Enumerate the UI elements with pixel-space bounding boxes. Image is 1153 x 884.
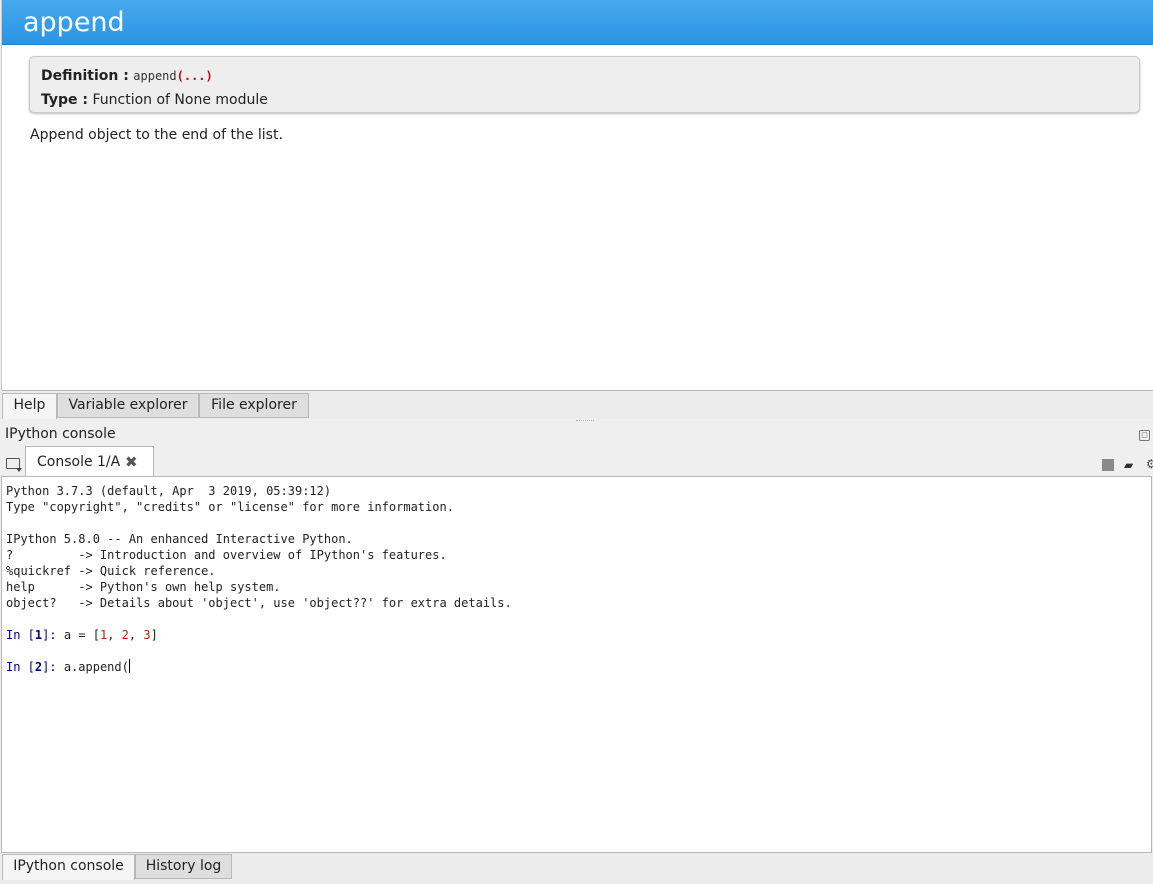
close-icon[interactable]: ✖	[125, 447, 138, 477]
banner-line	[6, 515, 1147, 531]
stop-icon[interactable]	[1102, 459, 1114, 471]
bottom-tab-bar: IPython console History log	[0, 853, 1153, 884]
console-pane-title: IPython console	[5, 426, 116, 442]
undock-icon[interactable]: ▢	[1139, 430, 1150, 441]
banner-line: ? -> Introduction and overview of IPytho…	[6, 548, 447, 562]
input-cell-2[interactable]: In [2]: a.append(	[6, 659, 1147, 675]
text-cursor	[128, 659, 130, 673]
banner-line: object? -> Details about 'object', use '…	[6, 596, 512, 610]
banner-line: IPython 5.8.0 -- An enhanced Interactive…	[6, 532, 353, 546]
code-text: ,	[107, 628, 122, 642]
prompt-suffix: ]:	[42, 628, 64, 642]
number-literal: 3	[143, 628, 151, 642]
folder-icon[interactable]	[6, 458, 22, 472]
docstring: Append object to the end of the list.	[30, 127, 283, 143]
code-text: a = [	[63, 628, 100, 642]
definition-line: Definition : append(...)	[41, 64, 1128, 88]
type-label: Type :	[41, 92, 89, 108]
input-cell-1: In [1]: a = [1, 2, 3]	[6, 627, 1147, 643]
tab-help[interactable]: Help	[2, 393, 57, 419]
tab-variable-explorer[interactable]: Variable explorer	[57, 393, 199, 418]
definition-label: Definition :	[41, 68, 129, 84]
spyder-window: append Definition : append(...) Type : F…	[0, 0, 1153, 884]
console-tab[interactable]: Console 1/A ✖	[25, 446, 154, 476]
console-tab-label: Console 1/A	[37, 454, 121, 470]
type-value: Function of None module	[92, 92, 268, 108]
type-line: Type : Function of None module	[41, 88, 1128, 112]
code-text: ,	[128, 628, 144, 642]
eraser-icon[interactable]: ▰	[1124, 459, 1133, 471]
tab-ipython-console[interactable]: IPython console	[2, 854, 135, 880]
prompt-prefix: In [	[6, 628, 35, 642]
definition-args: (...)	[176, 69, 213, 83]
code-text: ]	[150, 628, 158, 642]
help-title: append	[2, 0, 1153, 45]
definition-name: append	[133, 69, 177, 83]
upper-tab-bar: Help Variable explorer File explorer	[0, 391, 1153, 419]
help-pane: append Definition : append(...) Type : F…	[1, 0, 1153, 391]
code-text: a.append(	[63, 660, 129, 674]
banner-line: Python 3.7.3 (default, Apr 3 2019, 05:39…	[6, 484, 332, 498]
gear-icon[interactable]: ⚙	[1146, 457, 1153, 471]
prompt-suffix: ]:	[42, 660, 64, 674]
console-output[interactable]: Python 3.7.3 (default, Apr 3 2019, 05:39…	[1, 476, 1152, 853]
banner-line: Type "copyright", "credits" or "license"…	[6, 500, 454, 514]
number-literal: 2	[121, 628, 129, 642]
definition-box: Definition : append(...) Type : Function…	[29, 56, 1140, 113]
banner-line: %quickref -> Quick reference.	[6, 564, 216, 578]
prompt-prefix: In [	[6, 660, 35, 674]
tab-file-explorer[interactable]: File explorer	[199, 393, 309, 418]
banner-line: help -> Python's own help system.	[6, 580, 281, 594]
splitter-handle[interactable]	[576, 420, 594, 423]
tab-history-log[interactable]: History log	[135, 854, 232, 879]
